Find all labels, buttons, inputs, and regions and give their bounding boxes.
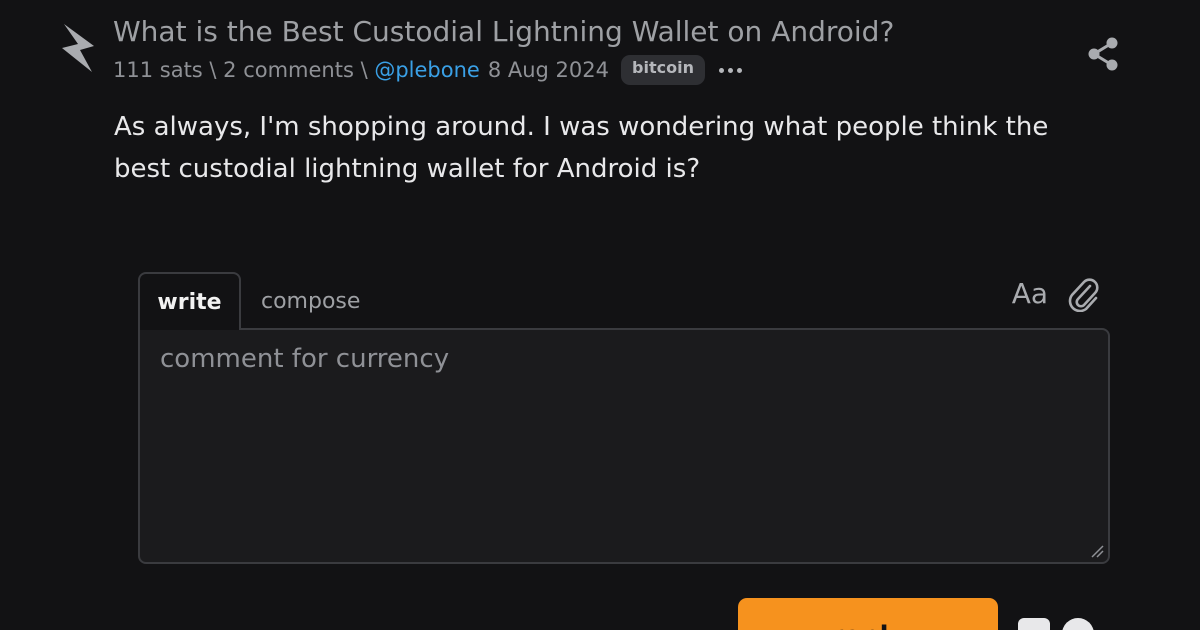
post-stats[interactable]: 111 sats \ 2 comments \ — [113, 55, 374, 85]
resize-handle-icon[interactable] — [1090, 544, 1104, 558]
share-icon[interactable] — [1085, 36, 1121, 72]
comment-input[interactable]: comment for currency — [138, 328, 1110, 564]
editor-tabs: write compose Aa — [138, 272, 1110, 330]
editor-tools: Aa — [1012, 274, 1100, 314]
info-icon[interactable] — [1062, 618, 1094, 630]
more-icon[interactable] — [718, 55, 742, 85]
paperclip-icon[interactable] — [1066, 276, 1100, 312]
post-date[interactable]: 8 Aug 2024 — [488, 55, 609, 85]
reply-options — [1018, 618, 1094, 630]
reply-button-label: reply — [831, 621, 906, 630]
lightning-bolt-icon[interactable] — [56, 20, 96, 76]
comment-placeholder: comment for currency — [160, 344, 450, 374]
tab-write[interactable]: write — [138, 272, 241, 330]
tab-compose[interactable]: compose — [261, 272, 360, 330]
reply-button[interactable]: reply — [738, 598, 998, 630]
more-dot — [727, 67, 733, 73]
more-dot — [718, 67, 724, 73]
comment-editor: write compose Aa comment for currency — [138, 272, 1110, 564]
post-body: As always, I'm shopping around. I was wo… — [114, 112, 1049, 184]
author-link[interactable]: @plebone — [374, 55, 480, 85]
post-title[interactable]: What is the Best Custodial Lightning Wal… — [113, 14, 894, 50]
checkbox-icon[interactable] — [1018, 618, 1050, 630]
post-meta: 111 sats \ 2 comments \ @plebone 8 Aug 2… — [113, 55, 742, 85]
tag-badge[interactable]: bitcoin — [621, 55, 705, 85]
more-dot — [736, 67, 742, 73]
page: What is the Best Custodial Lightning Wal… — [0, 0, 1200, 630]
text-format-icon[interactable]: Aa — [1012, 274, 1048, 314]
